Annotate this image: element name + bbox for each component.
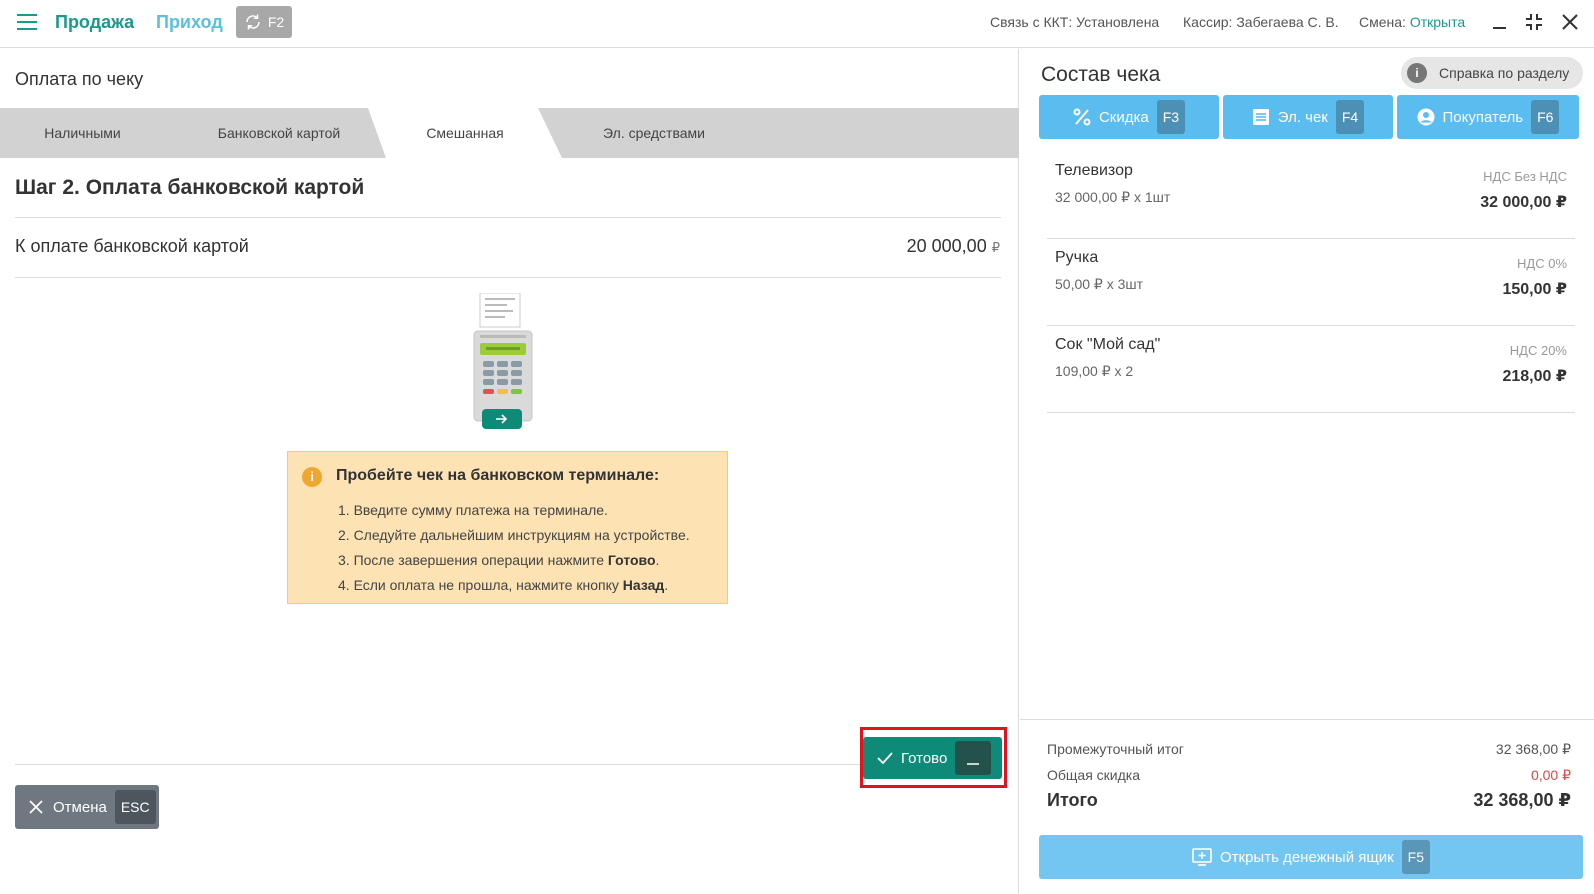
- pay-label: К оплате банковской картой: [15, 236, 249, 256]
- instruction-step: 2. Следуйте дальнейшим инструкциям на ус…: [338, 527, 690, 543]
- done-button[interactable]: Готово: [863, 737, 1002, 779]
- percent-icon: [1073, 108, 1091, 126]
- pay-amount: 20 000,00: [906, 236, 987, 256]
- item-price: 50,00 ₽ x 3шт: [1055, 276, 1144, 292]
- item-name: Телевизор: [1055, 162, 1133, 179]
- receipt-title: Состав чека: [1041, 63, 1161, 86]
- check-icon: [877, 752, 893, 765]
- nav-income[interactable]: Приход: [156, 12, 223, 33]
- sync-icon: [246, 14, 260, 30]
- receipt-item[interactable]: Ручка 50,00 ₽ x 3шт НДС 0% 150,00 ₽: [1047, 241, 1575, 326]
- item-price: 32 000,00 ₽ x 1шт: [1055, 189, 1171, 205]
- top-bar: Продажа Приход F2 Связь с ККТ: Установле…: [0, 0, 1594, 48]
- instruction-step: 1. Введите сумму платежа на терминале.: [338, 502, 608, 518]
- tab-cash[interactable]: Наличными: [0, 108, 165, 158]
- minimize-icon[interactable]: [1490, 12, 1510, 32]
- subtotal-label: Промежуточный итог: [1047, 741, 1184, 757]
- item-price: 109,00 ₽ x 2: [1055, 363, 1134, 379]
- item-sum: 218,00 ₽: [1502, 368, 1567, 385]
- restore-icon[interactable]: [1524, 12, 1544, 32]
- help-button[interactable]: i Справка по разделу: [1401, 57, 1583, 89]
- item-vat: НДС 0%: [1517, 256, 1567, 271]
- currency-sign: ₽: [991, 240, 1000, 255]
- sync-button[interactable]: F2: [236, 6, 292, 38]
- discount-key: F3: [1156, 100, 1186, 134]
- cancel-button[interactable]: Отмена ESC: [15, 785, 159, 829]
- buyer-key: F6: [1531, 100, 1560, 134]
- instruction-step: 4. Если оплата не прошла, нажмите кнопку…: [338, 577, 669, 593]
- instruction-step: 3. После завершения операции нажмите Гот…: [338, 552, 660, 568]
- tab-card[interactable]: Банковской картой: [180, 108, 378, 158]
- echeck-label: Эл. чек: [1277, 108, 1328, 126]
- close-icon[interactable]: [1560, 12, 1580, 32]
- item-name: Сок "Мой сад": [1055, 336, 1161, 353]
- receipt-icon: [1252, 109, 1269, 125]
- divider: [15, 217, 1001, 218]
- shift-status: Смена: Открыта: [1359, 14, 1465, 30]
- drawer-key: F5: [1401, 840, 1431, 874]
- item-sum: 32 000,00 ₽: [1480, 194, 1567, 211]
- instruction-title: Пробейте чек на банковском терминале:: [336, 467, 660, 484]
- divider: [1020, 719, 1594, 720]
- total-label: Итого: [1047, 790, 1098, 810]
- discount-button[interactable]: Скидка F3: [1039, 95, 1219, 139]
- pay-value: 20 000,00 ₽: [907, 236, 1000, 257]
- discount-total-label: Общая скидка: [1047, 767, 1141, 783]
- help-label: Справка по разделу: [1439, 65, 1570, 81]
- cancel-key: ESC: [114, 790, 156, 824]
- divider: [15, 764, 1001, 765]
- sync-key: F2: [267, 14, 285, 30]
- tab-mixed[interactable]: Смешанная: [378, 108, 552, 158]
- echeck-button[interactable]: Эл. чек F4: [1223, 95, 1393, 139]
- item-vat: НДС 20%: [1509, 343, 1567, 358]
- payment-title: Оплата по чеку: [15, 69, 144, 89]
- tab-electronic[interactable]: Эл. средствами: [562, 108, 746, 158]
- discount-label: Скидка: [1098, 108, 1149, 126]
- instruction-box: i Пробейте чек на банковском терминале: …: [287, 451, 728, 604]
- info-icon: i: [1407, 63, 1427, 83]
- kkt-status: Связь с ККТ: Установлена: [990, 14, 1160, 30]
- receipt-item[interactable]: Сок "Мой сад" 109,00 ₽ x 2 НДС 20% 218,0…: [1047, 328, 1575, 413]
- buyer-button[interactable]: Покупатель F6: [1397, 95, 1579, 139]
- shift-label: Смена:: [1359, 14, 1406, 30]
- subtotal-value: 32 368,00 ₽: [1495, 741, 1571, 757]
- cancel-label: Отмена: [53, 798, 107, 816]
- nav-sale[interactable]: Продажа: [55, 12, 134, 33]
- cash-drawer-icon: [1192, 848, 1212, 866]
- item-sum: 150,00 ₽: [1502, 281, 1567, 298]
- done-label: Готово: [901, 749, 948, 767]
- discount-total-value: 0,00 ₽: [1530, 767, 1571, 783]
- divider: [15, 277, 1001, 278]
- receipt-item[interactable]: Телевизор 32 000,00 ₽ x 1шт НДС Без НДС …: [1047, 154, 1575, 239]
- hamburger-menu-icon[interactable]: [17, 14, 37, 30]
- open-cash-drawer-button[interactable]: Открыть денежный ящик F5: [1039, 835, 1583, 879]
- payment-tabs: Наличными Банковской картой Смешанная Эл…: [0, 108, 1019, 158]
- instruction-list: 1. Введите сумму платежа на терминале. 2…: [338, 498, 690, 598]
- step-title: Шаг 2. Оплата банковской картой: [15, 176, 365, 199]
- card-terminal-icon: [473, 293, 533, 429]
- item-vat: НДС Без НДС: [1483, 169, 1567, 184]
- user-icon: [1417, 108, 1435, 126]
- info-icon: i: [302, 467, 322, 487]
- echeck-key: F4: [1335, 100, 1365, 134]
- total-value: 32 368,00 ₽: [1473, 790, 1571, 810]
- shift-value: Открыта: [1409, 14, 1466, 30]
- item-name: Ручка: [1055, 249, 1099, 266]
- enter-key-icon: [955, 741, 992, 775]
- buyer-label: Покупатель: [1442, 108, 1524, 126]
- cashier-status: Кассир: Забегаева С. В.: [1183, 14, 1339, 30]
- drawer-label: Открыть денежный ящик: [1219, 848, 1394, 866]
- close-icon: [29, 800, 43, 814]
